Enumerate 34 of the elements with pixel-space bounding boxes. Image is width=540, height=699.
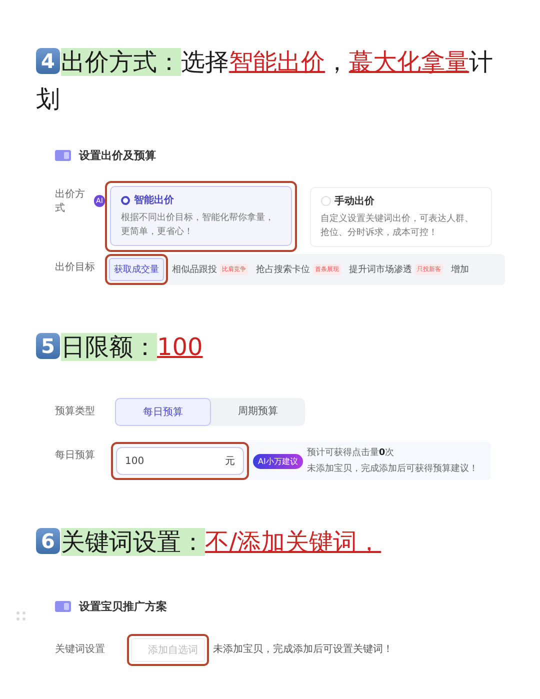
option-card[interactable]: 智能出价 根据不同出价目标，智能化帮你拿量，更简单，更省心！ [110, 186, 292, 246]
field-label: 出价方式 [55, 188, 86, 215]
ticket-icon [55, 150, 71, 161]
budget-input[interactable]: 100 元 [116, 447, 244, 475]
goal-tab[interactable]: 获取成交量 [109, 258, 164, 281]
hint-text: 预计可获得点击量0次 [306, 446, 396, 460]
goal-tab[interactable]: 增加 [447, 259, 473, 280]
dots-icon [16, 611, 26, 623]
option-card[interactable]: 手动出价 自定义设置关键词出价，可表达人群、抢位、分时诉求，成本可控！ [310, 186, 492, 246]
field-label: 关键词设置 [55, 642, 105, 656]
ai-suggestion-badge: AI小万建议 [253, 454, 303, 468]
ticket-icon [55, 601, 71, 612]
step-heading: 4 出价方式：选择智能出价，蕞大化拿量计划 [35, 47, 494, 115]
keyword-note: 未添加宝贝，完成添加后可设置关键词！ [213, 642, 393, 656]
field-label: 预算类型 [55, 404, 95, 418]
option-description: 根据不同出价目标，智能化帮你拿量，更简单，更省心！ [121, 212, 275, 239]
goal-label: 增加 [451, 264, 469, 276]
goal-label: 获取成交量 [114, 264, 159, 276]
section-title: 设置出价及预算 [79, 148, 156, 163]
budget-type-tab[interactable]: 每日预算 [115, 398, 211, 426]
section-title: 设置宝贝推广方案 [79, 599, 167, 614]
goal-label: 抢占搜索卡位 [256, 264, 310, 276]
field-label: 出价目标 [55, 260, 95, 274]
radio-button[interactable] [121, 196, 130, 204]
option-title: 智能出价 [134, 194, 174, 207]
goal-label: 提升词市场渗透 [349, 264, 412, 276]
budget-type-tab[interactable]: 周期预算 [211, 398, 305, 426]
step-heading: 5 日限额：100 [0, 285, 532, 366]
field-label: 每日预算 [55, 449, 95, 462]
goal-label: 相似品跟投 [172, 264, 217, 276]
option-title: 手动出价 [334, 194, 374, 208]
option-description: 自定义设置关键词出价，可表达人群、抢位、分时诉求，成本可控！ [320, 212, 474, 240]
step-heading: 6 关键词设置：不/添加关键词， [0, 480, 532, 561]
hint-text: 未添加宝贝，完成添加后可获得预算建议！ [306, 462, 478, 476]
